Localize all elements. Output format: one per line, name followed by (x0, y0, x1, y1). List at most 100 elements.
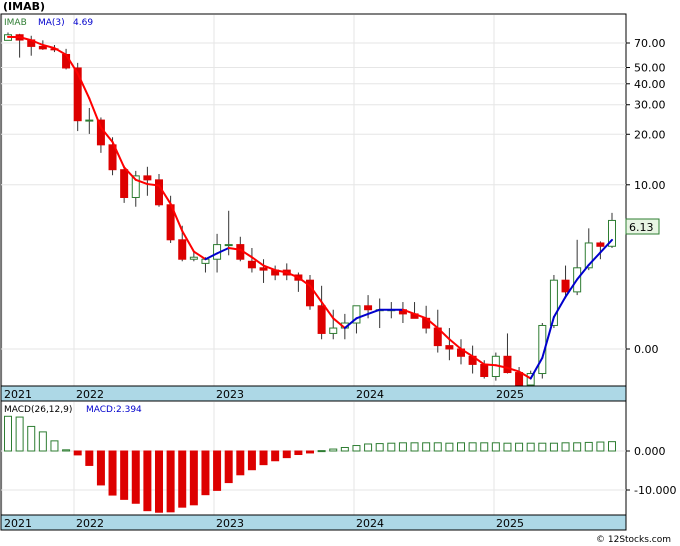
candle-body (73, 67, 82, 122)
macd-bar (480, 442, 489, 452)
macd-bar (96, 450, 105, 486)
macd-bar (317, 450, 326, 453)
price-x-label: 2025 (496, 388, 524, 401)
macd-bar (259, 450, 268, 466)
macd-bar (410, 442, 419, 452)
candle-body (596, 242, 605, 247)
macd-bar (271, 450, 280, 462)
macd-bar (213, 450, 222, 491)
macd-bar (549, 442, 558, 452)
candle-body (224, 244, 233, 247)
legend-ma-value: 4.69 (73, 18, 93, 28)
candle-body (317, 305, 326, 334)
macd-bar (538, 442, 547, 452)
candle-body (143, 175, 152, 181)
ma3-segment (483, 363, 497, 367)
macd-bar (4, 415, 12, 452)
candle-body (38, 45, 47, 50)
macd-bar (73, 450, 82, 456)
price-x-label: 2021 (4, 388, 32, 401)
macd-bar (62, 449, 71, 452)
macd-tick-label: -10.000 (634, 484, 676, 497)
price-x-label: 2024 (356, 388, 384, 401)
macd-x-label: 2024 (356, 517, 384, 530)
macd-bar (468, 442, 477, 452)
macd-x-label: 2022 (76, 517, 104, 530)
price-tick-label: 50.00 (634, 62, 666, 75)
macd-tick-label: 0.000 (634, 445, 666, 458)
macd-bar (50, 440, 59, 452)
macd-bar (491, 442, 500, 452)
macd-bar (201, 450, 210, 496)
macd-bar (515, 442, 524, 452)
macd-bar (38, 431, 47, 452)
candle-body (259, 267, 268, 271)
candle-body (155, 179, 163, 206)
last-price-badge: 6.13 (625, 218, 660, 235)
price-x-label: 2023 (216, 388, 244, 401)
macd-bar (224, 450, 233, 484)
macd-bar (166, 450, 175, 513)
legend-symbol: IMAB (4, 18, 27, 28)
candle-body (445, 345, 454, 350)
macd-bar (155, 450, 163, 513)
macd-x-label: 2023 (216, 517, 244, 530)
macd-x-label: 2021 (4, 517, 32, 530)
candle-body (329, 327, 338, 334)
macd-bar (27, 425, 36, 452)
price-tick-label: 30.00 (634, 99, 666, 112)
macd-bar (387, 442, 396, 452)
macd-bar (178, 450, 187, 508)
macd-legend-value: MACD:2.394 (86, 405, 142, 415)
macd-bar (282, 450, 291, 459)
macd-bar (422, 442, 431, 452)
macd-bar (561, 442, 570, 452)
last-price-label: 6.13 (629, 221, 654, 234)
candle-body (189, 256, 198, 260)
candle-body (120, 169, 129, 198)
macd-bar (364, 443, 373, 452)
macd-bar (573, 442, 582, 452)
macd-bar (236, 450, 245, 476)
macd-bar (120, 450, 129, 500)
macd-legend-label: MACD(26,12,9) (4, 405, 72, 415)
footer-credit: © 12Stocks.com (596, 535, 671, 545)
macd-bar (445, 442, 454, 452)
macd-bar (457, 442, 465, 452)
macd-bar (15, 416, 24, 452)
price-tick-label: 0.00 (634, 343, 659, 356)
candle-body (561, 279, 570, 293)
candle (306, 274, 314, 310)
candle-body (503, 355, 512, 374)
macd-bar (433, 442, 442, 452)
candle-body (515, 372, 524, 386)
candle-body (364, 305, 373, 311)
macd-bar (503, 442, 512, 452)
macd-bar (584, 441, 593, 452)
macd-bar (375, 443, 384, 452)
macd-bar (526, 442, 535, 452)
macd-bar (306, 450, 314, 454)
macd-x-label: 2025 (496, 517, 524, 530)
stock-chart: 70.00 50.00 40.00 30.00 20.00 10.00 0.00 2021 2… (0, 0, 680, 546)
price-tick-label: 20.00 (634, 128, 666, 141)
price-panel (0, 13, 627, 387)
macd-bar (608, 441, 616, 452)
macd-bar (143, 450, 152, 512)
legend-ma-label: MA(3) (38, 18, 65, 28)
macd-bar (352, 445, 361, 452)
ticker-title: (IMAB) (3, 0, 45, 13)
macd-bar (329, 448, 338, 452)
macd-bar (108, 450, 117, 496)
macd-bar (189, 450, 198, 506)
macd-bar (131, 450, 140, 504)
candle-body (85, 119, 94, 122)
macd-bar (294, 450, 303, 456)
macd-bar (398, 442, 407, 452)
macd-bar (340, 446, 349, 452)
macd-bar (596, 441, 605, 452)
price-tick-label: 70.00 (634, 37, 666, 50)
price-tick-label: 40.00 (634, 78, 666, 91)
macd-panel (0, 400, 627, 516)
candle-body (178, 239, 187, 260)
